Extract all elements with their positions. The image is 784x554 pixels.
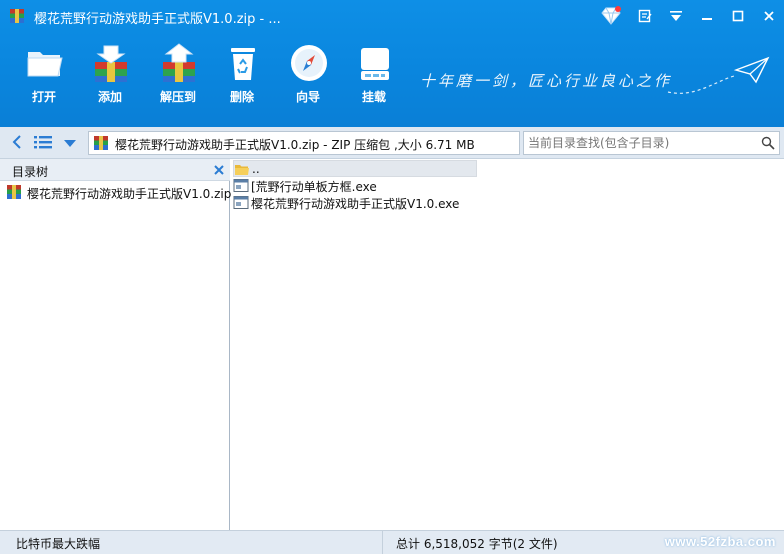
file-name: 樱花荒野行动游戏助手正式版V1.0.exe xyxy=(251,197,460,211)
notification-dot xyxy=(615,6,621,12)
add-button[interactable]: 添加 xyxy=(82,38,138,106)
minimize-icon xyxy=(701,18,712,20)
status-left-text: 比特币最大跌幅 xyxy=(16,537,101,551)
extract-archive-icon xyxy=(163,43,195,82)
search-input[interactable] xyxy=(524,132,754,154)
status-bar: 比特币最大跌幅 总计 6,518,052 字节(2 文件) www.52fzba… xyxy=(0,530,784,554)
file-list: .. [荒野行动单板方框.exe 樱花荒野行动游戏助手正式版V1.0.exe xyxy=(231,159,784,530)
open-label: 打开 xyxy=(31,90,56,104)
edit-note-icon xyxy=(638,9,652,23)
close-icon[interactable] xyxy=(212,163,226,177)
maximize-button[interactable] xyxy=(722,0,753,32)
close-button[interactable] xyxy=(753,0,784,32)
header: 樱花荒野行动游戏助手正式版V1.0.zip - ... 打开 添加 解压到 删除… xyxy=(0,0,784,127)
back-arrow-icon[interactable] xyxy=(9,134,25,150)
view-dropdown-icon[interactable] xyxy=(62,135,78,151)
delete-label: 删除 xyxy=(229,90,254,104)
mount-label: 挂载 xyxy=(361,90,386,104)
recycle-bin-icon xyxy=(231,48,255,80)
delete-button[interactable]: 删除 xyxy=(214,38,270,106)
exe-icon xyxy=(233,196,249,209)
window-title: 樱花荒野行动游戏助手正式版V1.0.zip - ... xyxy=(34,12,281,27)
status-total: 总计 6,518,052 字节(2 文件) xyxy=(396,537,558,551)
folder-open-icon xyxy=(27,52,63,77)
window-controls xyxy=(593,0,784,32)
tree-header: 目录树 xyxy=(0,159,230,181)
file-name: .. xyxy=(252,162,260,176)
paper-plane-icon xyxy=(667,56,770,94)
search-icon[interactable] xyxy=(761,136,775,150)
extract-button[interactable]: 解压到 xyxy=(150,38,206,106)
title-bar: 樱花荒野行动游戏助手正式版V1.0.zip - ... xyxy=(0,0,784,34)
exe-icon xyxy=(233,179,249,192)
add-label: 添加 xyxy=(97,90,122,104)
path-field[interactable]: 樱花荒野行动游戏助手正式版V1.0.zip - ZIP 压缩包 ,大小 6.71… xyxy=(88,131,520,155)
menu-button[interactable] xyxy=(660,0,691,32)
compass-icon xyxy=(291,45,327,81)
list-item[interactable]: .. xyxy=(233,160,477,177)
mount-button[interactable]: 挂载 xyxy=(346,38,402,106)
slogan: 十年磨一剑，匠心行业良心之作 xyxy=(420,72,673,90)
zip-archive-icon xyxy=(94,136,108,150)
path-text: 樱花荒野行动游戏助手正式版V1.0.zip - ZIP 压缩包 ,大小 6.71… xyxy=(115,138,475,152)
winrar-app-icon xyxy=(10,9,24,23)
close-icon xyxy=(763,11,774,21)
menu-dropdown-icon xyxy=(669,11,682,21)
tree-item-label: 樱花荒野行动游戏助手正式版V1.0.zip xyxy=(27,187,232,201)
view-list-icon[interactable] xyxy=(33,134,53,150)
tree-title: 目录树 xyxy=(12,165,49,179)
add-archive-icon xyxy=(95,45,127,82)
maximize-icon xyxy=(732,10,743,22)
extract-label: 解压到 xyxy=(159,90,196,104)
file-name: [荒野行动单板方框.exe xyxy=(251,180,377,194)
feedback-button[interactable] xyxy=(629,0,660,32)
drive-icon xyxy=(361,48,389,80)
minimize-button[interactable] xyxy=(691,0,722,32)
search-box[interactable] xyxy=(523,131,780,155)
directory-tree-pane: 目录树 樱花荒野行动游戏助手正式版V1.0.zip xyxy=(0,159,232,530)
watermark: www.52fzba.com xyxy=(664,534,776,549)
zip-archive-icon xyxy=(7,185,21,199)
address-bar: 樱花荒野行动游戏助手正式版V1.0.zip - ZIP 压缩包 ,大小 6.71… xyxy=(0,127,784,159)
folder-up-icon xyxy=(235,165,249,175)
status-divider xyxy=(382,531,383,554)
wizard-button[interactable]: 向导 xyxy=(280,38,336,106)
wizard-label: 向导 xyxy=(295,90,320,104)
open-button[interactable]: 打开 xyxy=(16,38,72,106)
vip-diamond-button[interactable] xyxy=(593,0,629,32)
